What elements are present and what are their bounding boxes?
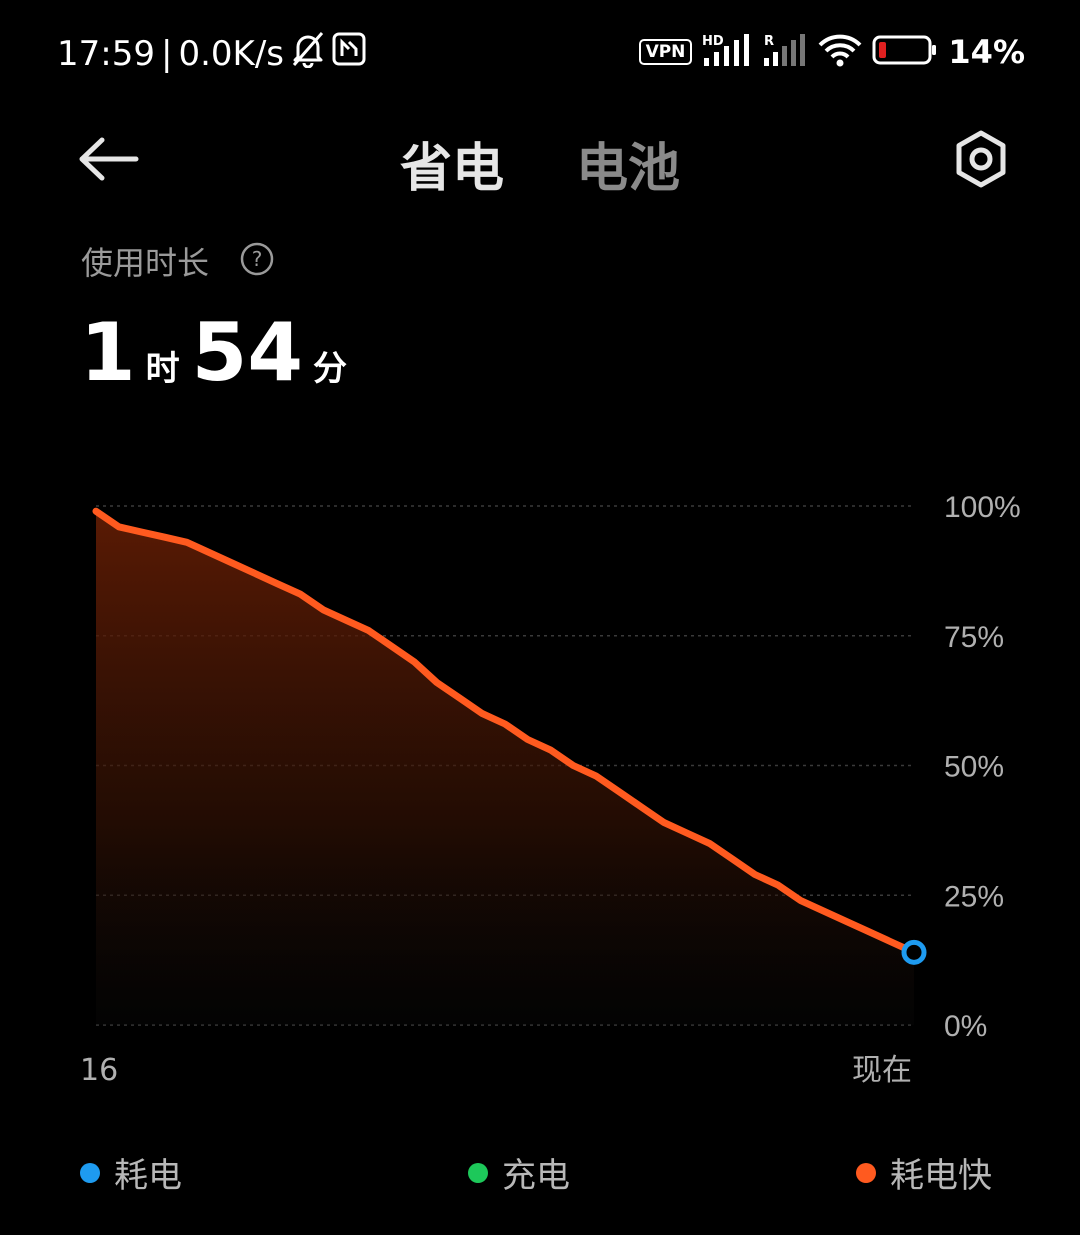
silent-bell-icon	[290, 30, 326, 77]
status-time: 17:59	[57, 33, 155, 74]
y-tick-label: 75%	[944, 621, 1004, 654]
hours-value: 1	[80, 306, 136, 399]
back-button[interactable]	[78, 132, 142, 186]
vpn-badge: VPN	[638, 39, 693, 65]
back-arrow-icon	[79, 137, 139, 181]
network-speed: 0.0K/s	[178, 33, 284, 74]
legend-item-drain: 耗电	[80, 1148, 182, 1197]
signal-hd-icon: HD	[702, 32, 752, 72]
wifi-icon	[818, 33, 862, 71]
help-symbol: ?	[252, 247, 263, 271]
question-icon: ?	[240, 242, 274, 276]
y-axis-ticks: 100% 75% 50% 25% 0%	[944, 491, 1021, 1043]
usage-duration: 1 时 54 分	[80, 306, 355, 399]
legend-label-fast-drain: 耗电快	[890, 1156, 992, 1196]
usage-duration-label: 使用时长	[81, 244, 210, 282]
status-left: 17:59 | 0.0K/s	[57, 30, 366, 77]
gear-icon	[956, 130, 1006, 188]
settings-button[interactable]	[950, 128, 1012, 190]
status-bar: 17:59 | 0.0K/s VPN HD R 14%	[0, 22, 1080, 82]
legend-dot-fast-drain	[856, 1162, 876, 1183]
battery-percent: 14%	[948, 33, 1025, 71]
signal-r-icon: R	[762, 32, 808, 72]
nfc-icon	[332, 32, 366, 75]
y-tick-label: 50%	[944, 751, 1004, 784]
hours-unit: 时	[145, 349, 180, 389]
x-end-label: 现在	[852, 1053, 912, 1088]
chart-legend: 耗电 充电 耗电快	[0, 1148, 1080, 1198]
y-tick-label: 100%	[944, 491, 1021, 524]
minutes-unit: 分	[313, 349, 347, 389]
tab-power-saving[interactable]: 省电	[400, 126, 504, 201]
legend-dot-drain	[80, 1162, 100, 1183]
legend-dot-charging	[468, 1162, 488, 1183]
battery-icon	[872, 34, 938, 70]
status-separator: |	[160, 33, 173, 74]
legend-label-charging: 充电	[502, 1156, 570, 1196]
status-right: VPN HD R 14%	[638, 32, 1025, 72]
tab-battery[interactable]: 电池	[576, 126, 680, 201]
battery-area	[96, 511, 914, 1025]
r-label: R	[764, 34, 774, 49]
legend-item-fast-drain: 耗电快	[856, 1148, 992, 1197]
battery-level-chart: 100% 75% 50% 25% 0% 16 现在	[80, 491, 1021, 1088]
legend-label-drain: 耗电	[114, 1156, 182, 1196]
x-start-label: 16	[80, 1053, 118, 1088]
legend-item-charging: 充电	[468, 1148, 570, 1197]
y-tick-label: 25%	[944, 880, 1004, 913]
hd-label: HD	[702, 34, 724, 49]
help-button[interactable]: ?	[240, 242, 274, 276]
y-tick-label: 0%	[944, 1010, 987, 1043]
minutes-value: 54	[191, 306, 303, 399]
current-level-marker	[901, 939, 927, 965]
